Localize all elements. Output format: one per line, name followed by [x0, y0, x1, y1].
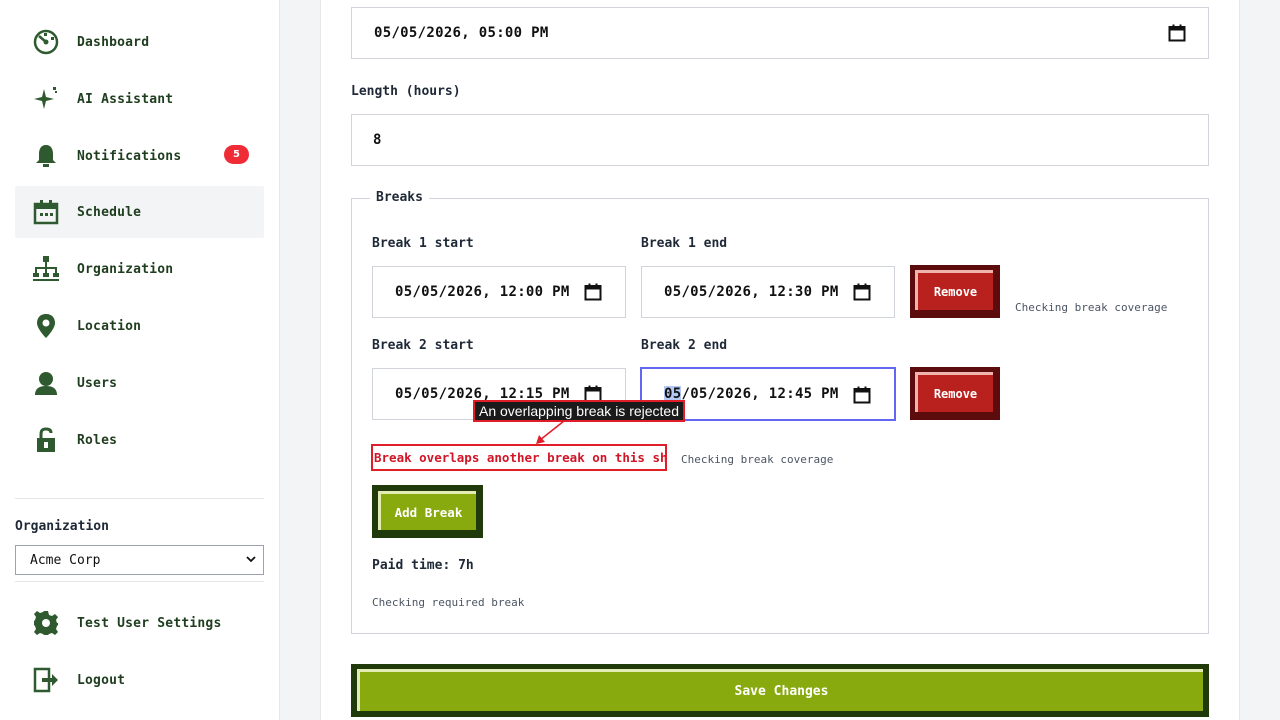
sidebar-item-label: Users: [77, 375, 118, 391]
remove-button-label: Remove: [915, 270, 993, 310]
calendar-icon: [31, 198, 61, 226]
logout-icon: [31, 666, 61, 694]
sidebar-item-organization[interactable]: Organization: [15, 243, 264, 295]
sidebar-item-label: Notifications: [77, 148, 182, 164]
break-1-start-value: 05/05/2026, 12:00 PM: [395, 284, 570, 300]
start-datetime-value: 05/05/2026, 05:00 PM: [374, 25, 549, 41]
start-datetime-input[interactable]: 05/05/2026, 05:00 PM: [351, 7, 1209, 59]
organization-select-value: Acme Corp: [30, 552, 101, 568]
length-value: 8: [373, 132, 382, 148]
add-break-button[interactable]: Add Break: [372, 485, 483, 538]
chevron-down-icon: [246, 556, 256, 563]
save-changes-label: Save Changes: [357, 669, 1203, 711]
remove-break-1-button[interactable]: Remove: [910, 265, 1000, 318]
required-break-hint: Checking required break: [372, 596, 525, 609]
sparkle-icon: [31, 85, 61, 113]
gear-icon: [31, 609, 61, 637]
paid-time: Paid time: 7h: [372, 558, 474, 573]
remove-button-label: Remove: [915, 372, 993, 412]
break-1-end-value: 05/05/2026, 12:30 PM: [664, 284, 839, 300]
save-changes-button[interactable]: Save Changes: [351, 664, 1209, 717]
org-chart-icon: [31, 255, 61, 283]
sidebar-item-label: Location: [77, 318, 142, 334]
partial-menu-icon: [33, 485, 59, 491]
length-label: Length (hours): [351, 84, 461, 99]
break-1-start-input[interactable]: 05/05/2026, 12:00 PM: [372, 266, 626, 318]
calendar-icon[interactable]: [1168, 24, 1186, 42]
sidebar-item-label: Dashboard: [77, 34, 150, 50]
value-rest: /05/2026, 12:45 PM: [681, 386, 839, 402]
remove-break-2-button[interactable]: Remove: [910, 367, 1000, 420]
calendar-icon[interactable]: [584, 283, 602, 301]
sidebar: Dashboard AI Assistant Notifications 5 S…: [0, 0, 280, 720]
sidebar-item-label: Test User Settings: [77, 615, 222, 631]
break-1-start-label: Break 1 start: [372, 236, 474, 251]
sidebar-item-label: Schedule: [77, 204, 142, 220]
map-pin-icon: [31, 312, 61, 340]
notification-count-badge: 5: [224, 145, 249, 164]
overlap-error-message: Break overlaps another break on this shi…: [371, 444, 667, 471]
sidebar-item-ai-assistant[interactable]: AI Assistant: [15, 73, 264, 125]
sidebar-item-roles[interactable]: Roles: [15, 414, 264, 466]
sidebar-item-users[interactable]: Users: [15, 357, 264, 409]
organization-select[interactable]: Acme Corp: [15, 545, 264, 575]
divider: [15, 581, 264, 582]
dashboard-icon: [31, 28, 61, 56]
sidebar-item-label: AI Assistant: [77, 91, 174, 107]
lock-icon: [31, 426, 61, 454]
break-2-start-label: Break 2 start: [372, 338, 474, 353]
calendar-icon[interactable]: [853, 386, 871, 404]
add-break-label: Add Break: [378, 491, 476, 530]
sidebar-item-test-user-settings[interactable]: Test User Settings: [15, 597, 264, 649]
calendar-icon[interactable]: [853, 283, 871, 301]
sidebar-item-notifications[interactable]: Notifications 5: [15, 130, 264, 182]
length-input[interactable]: 8: [351, 114, 1209, 166]
break-2-coverage-hint: Checking break coverage: [681, 453, 834, 466]
sidebar-item-dashboard[interactable]: Dashboard: [15, 16, 264, 68]
sidebar-item-schedule[interactable]: Schedule: [15, 186, 264, 238]
overlap-tooltip: An overlapping break is rejected: [473, 400, 686, 422]
break-2-end-label: Break 2 end: [641, 338, 728, 353]
user-icon: [31, 369, 61, 397]
sidebar-item-label: Roles: [77, 432, 118, 448]
sidebar-item-logout[interactable]: Logout: [15, 654, 264, 706]
sidebar-item-label: Organization: [77, 261, 174, 277]
sidebar-item-location[interactable]: Location: [15, 300, 264, 352]
organization-label: Organization: [15, 519, 109, 534]
break-1-end-input[interactable]: 05/05/2026, 12:30 PM: [641, 266, 895, 318]
break-1-end-label: Break 1 end: [641, 236, 728, 251]
break-1-coverage-hint: Checking break coverage: [1015, 301, 1168, 314]
breaks-legend: Breaks: [370, 190, 429, 205]
sidebar-item-label: Logout: [77, 672, 126, 688]
divider: [15, 498, 264, 499]
bell-icon: [31, 142, 61, 170]
